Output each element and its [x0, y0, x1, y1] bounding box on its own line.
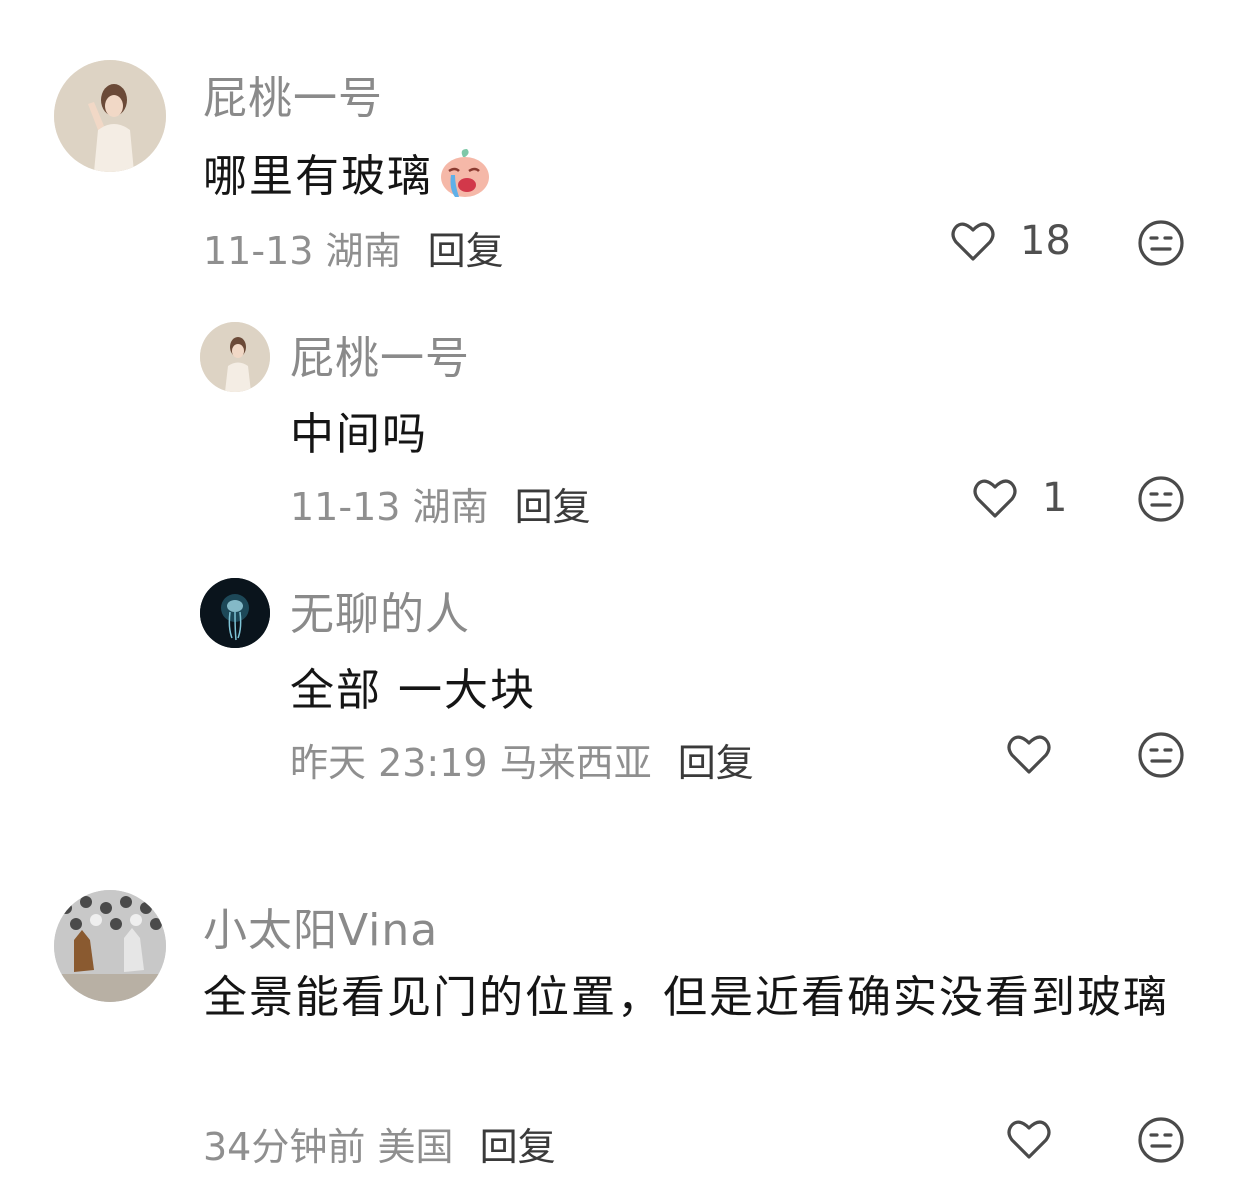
- comment-text: 中间吗: [290, 409, 428, 460]
- meh-face-icon: [1136, 474, 1186, 524]
- heart-outline-icon: [970, 473, 1020, 523]
- comment-author[interactable]: 小太阳Vina: [203, 894, 438, 958]
- like-button[interactable]: 18: [948, 216, 1071, 266]
- crying-face-emoji-icon: [437, 145, 493, 201]
- comment-meta: 11-13 湖南 回复: [203, 220, 504, 275]
- comment-time: 11-13: [290, 485, 401, 529]
- comment-author[interactable]: 屁桃一号: [290, 322, 470, 386]
- comment-text: 全部 一大块: [290, 665, 536, 716]
- avatar[interactable]: [54, 890, 166, 1002]
- dislike-button[interactable]: [1136, 218, 1186, 268]
- comment-text: 哪里有玻璃: [203, 140, 493, 204]
- reply-button[interactable]: 回复: [428, 229, 504, 273]
- comment-meta: 11-13 湖南 回复: [290, 476, 591, 531]
- meh-face-icon: [1136, 218, 1186, 268]
- comment-location: 湖南: [412, 485, 489, 529]
- reply-button[interactable]: 回复: [480, 1125, 556, 1169]
- heart-outline-icon: [1004, 729, 1054, 779]
- avatar[interactable]: [54, 60, 166, 172]
- dislike-button[interactable]: [1136, 1115, 1186, 1165]
- comment-location: 湖南: [325, 229, 402, 273]
- like-button[interactable]: 1: [970, 473, 1067, 523]
- meh-face-icon: [1136, 730, 1186, 780]
- comment-meta: 34分钟前 美国 回复: [203, 1116, 556, 1171]
- comment-time: 昨天 23:19: [290, 741, 488, 785]
- avatar[interactable]: [200, 322, 270, 392]
- dislike-button[interactable]: [1136, 474, 1186, 524]
- like-button[interactable]: [1004, 1114, 1054, 1164]
- avatar[interactable]: [200, 578, 270, 648]
- comment-meta: 昨天 23:19 马来西亚 回复: [290, 732, 754, 787]
- comment-author[interactable]: 无聊的人: [290, 578, 470, 642]
- comment-location: 美国: [377, 1125, 454, 1169]
- like-count: 1: [1042, 475, 1068, 521]
- reply-button[interactable]: 回复: [515, 485, 591, 529]
- comment-author[interactable]: 屁桃一号: [203, 62, 383, 126]
- comment-time: 34分钟前: [203, 1125, 366, 1169]
- comment-text-content: 哪里有玻璃: [203, 151, 433, 202]
- comment-location: 马来西亚: [499, 741, 652, 785]
- comment-text: 全景能看见门的位置，但是近看确实没看到玻璃: [203, 972, 1169, 1023]
- heart-outline-icon: [948, 216, 998, 266]
- like-count: 18: [1020, 218, 1071, 264]
- comment-time: 11-13: [203, 229, 314, 273]
- reply-button[interactable]: 回复: [678, 741, 754, 785]
- like-button[interactable]: [1004, 729, 1054, 779]
- dislike-button[interactable]: [1136, 730, 1186, 780]
- heart-outline-icon: [1004, 1114, 1054, 1164]
- meh-face-icon: [1136, 1115, 1186, 1165]
